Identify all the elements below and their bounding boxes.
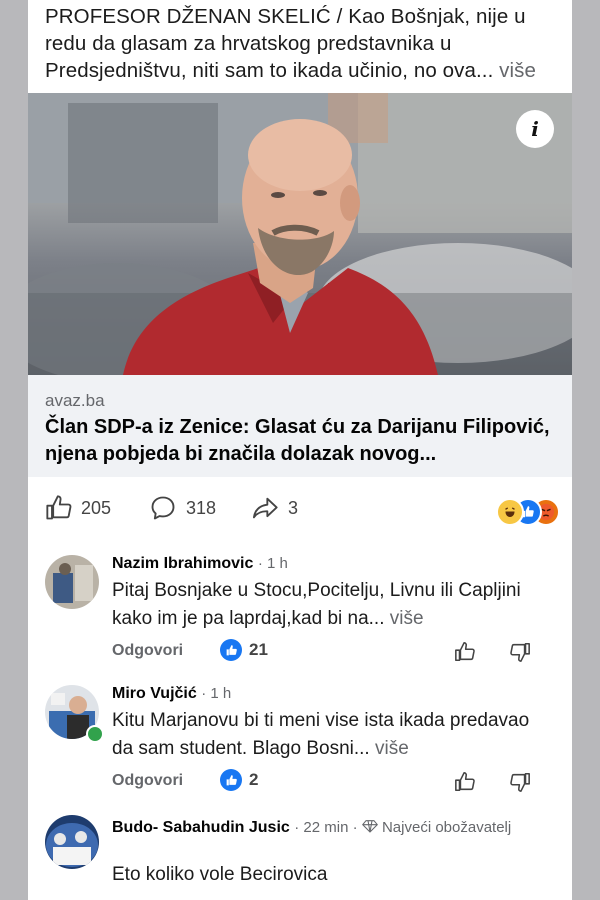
comment-body: Kitu Marjanovu bi ti meni vise ista ikad…: [112, 710, 530, 759]
comment-author[interactable]: Miro Vujčić · 1 h: [112, 685, 231, 703]
comment-like-count: 2: [220, 769, 258, 791]
share-button[interactable]: 3: [250, 490, 298, 526]
avatar[interactable]: [45, 555, 99, 609]
comment-text: Eto koliko vole Becirovica: [112, 861, 552, 889]
author-name: Miro Vujčić: [112, 685, 197, 702]
comment-body: Eto koliko vole Becirovica: [112, 864, 328, 885]
post-action-bar: 205 318 3: [28, 490, 572, 530]
online-status-icon: [86, 725, 104, 743]
reply-button[interactable]: Odgovori: [112, 642, 183, 660]
link-preview[interactable]: avaz.ba Član SDP-a iz Zenice: Glasat ću …: [28, 375, 572, 477]
comment-button[interactable]: 318: [148, 490, 216, 526]
post-card: PROFESOR DŽENAN SKELIĆ / Kao Bošnjak, ni…: [28, 0, 572, 900]
comment-text: Kitu Marjanovu bi ti meni vise ista ikad…: [112, 707, 552, 763]
post-text-body: PROFESOR DŽENAN SKELIĆ / Kao Bošnjak, ni…: [45, 5, 526, 82]
comment-like-count: 21: [220, 639, 268, 661]
diamond-icon: [361, 820, 378, 833]
comment-author[interactable]: Budo- Sabahudin Jusic · 22 min · Najveći…: [112, 817, 512, 838]
link-headline[interactable]: Član SDP-a iz Zenice: Glasat ću za Darij…: [45, 414, 560, 468]
like-count: 205: [81, 497, 112, 518]
like-badge-icon: [220, 639, 242, 661]
see-more-link[interactable]: više: [499, 59, 536, 82]
comment-author[interactable]: Nazim Ibrahimovic · 1 h: [112, 555, 288, 573]
like-badge-icon: [220, 769, 242, 791]
haha-reaction-icon: [496, 498, 524, 526]
see-more-link[interactable]: više: [390, 608, 424, 629]
link-domain: avaz.ba: [45, 391, 105, 410]
thumbs-up-icon: [46, 495, 72, 520]
author-name: Nazim Ibrahimovic: [112, 555, 254, 572]
like-number: 21: [249, 640, 268, 659]
comment-body: Pitaj Bosnjake u Stocu,Pocitelju, Livnu …: [112, 580, 521, 629]
upvote-icon[interactable]: [454, 641, 476, 663]
reply-button[interactable]: Odgovori: [112, 772, 183, 790]
author-name: Budo- Sabahudin Jusic: [112, 819, 290, 836]
link-preview-image[interactable]: i: [28, 93, 572, 375]
comment-count: 318: [186, 497, 217, 518]
post-text: PROFESOR DŽENAN SKELIĆ / Kao Bošnjak, ni…: [45, 3, 563, 84]
comment-time: 1 h: [267, 555, 288, 572]
comment-time: 1 h: [210, 685, 232, 702]
share-count: 3: [288, 497, 299, 518]
share-arrow-icon: [252, 497, 278, 519]
downvote-icon[interactable]: [509, 771, 531, 793]
avatar[interactable]: [45, 815, 99, 869]
like-number: 2: [249, 770, 259, 789]
downvote-icon[interactable]: [509, 641, 531, 663]
fan-badge: Najveći obožavatelj: [381, 819, 512, 836]
see-more-link[interactable]: više: [375, 738, 409, 759]
reaction-summary[interactable]: [496, 498, 560, 526]
comment-bubble-icon: [151, 496, 175, 520]
upvote-icon[interactable]: [454, 771, 476, 793]
comment-text: Pitaj Bosnjake u Stocu,Pocitelju, Livnu …: [112, 577, 552, 633]
comment-time: 22 min: [303, 819, 349, 836]
portrait-photo: [28, 93, 572, 375]
info-icon[interactable]: i: [516, 110, 554, 148]
like-button[interactable]: 205: [45, 490, 111, 526]
